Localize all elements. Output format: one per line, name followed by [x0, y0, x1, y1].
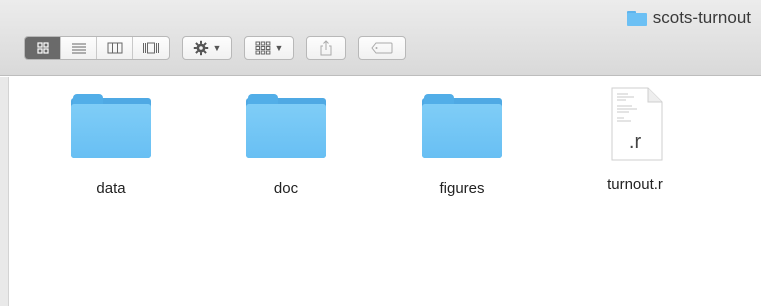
file-name: data — [96, 180, 126, 197]
view-mode-control — [24, 36, 170, 60]
folder-icon — [422, 92, 502, 158]
action-menu-button[interactable]: ▼ — [182, 36, 232, 60]
column-view-button[interactable] — [97, 37, 133, 59]
file-item-figures[interactable]: figures — [392, 92, 532, 197]
column-view-icon — [107, 42, 122, 54]
tag-icon — [371, 42, 393, 54]
chevron-down-icon: ▼ — [212, 43, 222, 53]
file-item-turnout-r[interactable]: .r turnout.r — [565, 87, 705, 193]
file-name: turnout.r — [607, 176, 663, 193]
cover-flow-button[interactable] — [133, 37, 169, 59]
folder-icon — [626, 10, 647, 26]
file-name: figures — [439, 180, 485, 197]
chevron-down-icon: ▼ — [274, 43, 284, 53]
window-toolbar: scots-turnout ▼ ▼ — [0, 0, 761, 76]
file-item-data[interactable]: data — [41, 92, 181, 197]
window-title: scots-turnout — [626, 8, 751, 28]
sidebar-edge — [0, 77, 9, 306]
window-title-text: scots-turnout — [652, 8, 751, 27]
cover-flow-icon — [143, 42, 159, 54]
document-icon: .r — [604, 86, 666, 162]
toolbar: ▼ ▼ — [24, 36, 406, 60]
gear-icon — [193, 40, 208, 56]
file-name: doc — [273, 180, 299, 197]
icon-view-icon — [36, 42, 49, 54]
list-view-icon — [71, 43, 86, 54]
share-icon — [320, 40, 332, 56]
folder-icon — [71, 92, 151, 158]
tags-button[interactable] — [358, 36, 406, 60]
file-extension-label: .r — [628, 131, 642, 153]
arrange-menu-button[interactable]: ▼ — [244, 36, 294, 60]
arrange-grid-icon — [255, 41, 270, 55]
share-button[interactable] — [306, 36, 346, 60]
file-item-doc[interactable]: doc — [216, 92, 356, 197]
icon-view-button[interactable] — [25, 37, 61, 59]
list-view-button[interactable] — [61, 37, 97, 59]
folder-icon — [246, 92, 326, 158]
